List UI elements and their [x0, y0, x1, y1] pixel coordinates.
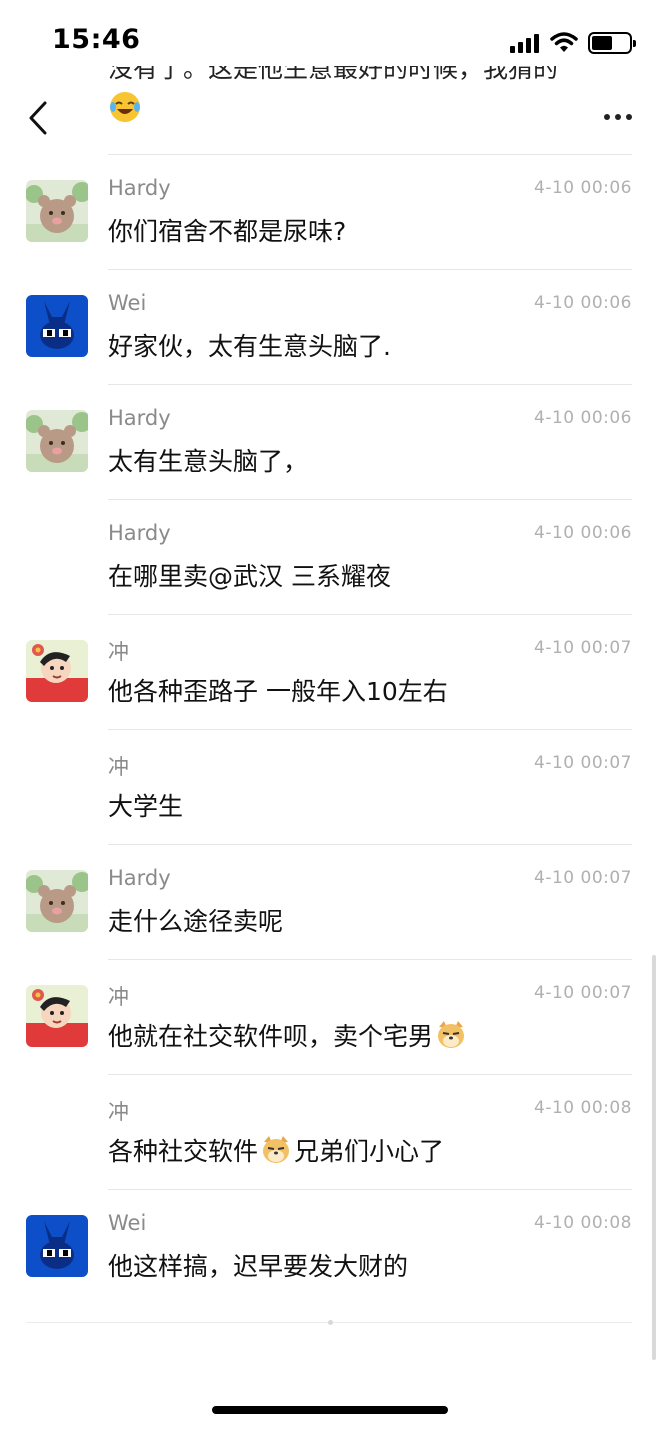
- message-item[interactable]: Wei 4-10 00:08 他这样搞，迟早要发大财的: [0, 1189, 660, 1304]
- home-indicator[interactable]: [212, 1406, 448, 1414]
- message-text-part: 各种社交软件: [108, 1137, 259, 1166]
- sender-name: Hardy: [108, 176, 171, 200]
- message-time: 4-10 00:06: [534, 293, 632, 313]
- bear-avatar[interactable]: [26, 410, 88, 472]
- sender-name: Wei: [108, 1211, 147, 1235]
- bear-avatar[interactable]: [26, 870, 88, 932]
- divider: [108, 1074, 632, 1075]
- message-time: 4-10 00:07: [534, 638, 632, 658]
- message-time: 4-10 00:06: [534, 523, 632, 543]
- divider: [108, 384, 632, 385]
- message-text: 太有生意头脑了，: [108, 447, 309, 476]
- sender-name: 冲: [108, 985, 129, 1009]
- message-item[interactable]: Wei 4-10 00:06 好家伙，太有生意头脑了.: [0, 269, 660, 384]
- message-item[interactable]: 冲 4-10 00:07 大学生: [0, 729, 660, 844]
- message-text: 你们宿舍不都是尿味?: [108, 217, 347, 246]
- divider: [108, 154, 632, 155]
- divider: [108, 959, 632, 960]
- sender-name: 冲: [108, 640, 129, 664]
- message-item[interactable]: Hardy 4-10 00:06 在哪里卖@武汉 三系耀夜: [0, 499, 660, 614]
- message-item[interactable]: Hardy 4-10 00:06 太有生意头脑了，: [0, 384, 660, 499]
- message-text: 他这样搞，迟早要发大财的: [108, 1252, 409, 1281]
- sender-name: Hardy: [108, 406, 171, 430]
- message-time: 4-10 00:06: [534, 178, 632, 198]
- divider: [108, 844, 632, 845]
- more-dot-icon: [626, 114, 632, 120]
- message-text-part: 兄弟们小心了: [294, 1137, 445, 1166]
- cartoon-kid-avatar[interactable]: [26, 640, 88, 702]
- message-text: 好家伙，太有生意头脑了.: [108, 332, 391, 361]
- divider: [108, 729, 632, 730]
- back-button[interactable]: [22, 100, 54, 136]
- message-item[interactable]: 冲 4-10 00:08 各种社交软件 兄弟们小心了: [0, 1074, 660, 1189]
- cellular-signal-icon: [510, 34, 539, 53]
- message-list: Hardy 4-10 00:06 你们宿舍不都是尿味? Wei 4-10 00:…: [0, 154, 660, 1304]
- previous-message: 没有了。这是他生意最好的时候，我猜的: [108, 66, 618, 154]
- message-item[interactable]: Hardy 4-10 00:07 走什么途径卖呢: [0, 844, 660, 959]
- wifi-icon: [550, 32, 578, 52]
- message-text: 他各种歪路子 一般年入10左右: [108, 677, 448, 706]
- message-time: 4-10 00:07: [534, 983, 632, 1003]
- laughing-crying-emoji-icon: [110, 92, 140, 122]
- previous-message-text: 没有了。这是他生意最好的时候，我猜的: [108, 66, 559, 83]
- status-icons: [510, 30, 636, 56]
- battery-icon: [588, 32, 636, 54]
- message-text: 他就在社交软件呗，卖个宅男: [108, 1017, 469, 1053]
- divider: [108, 1189, 632, 1190]
- message-time: 4-10 00:07: [534, 753, 632, 773]
- message-time: 4-10 00:08: [534, 1098, 632, 1118]
- divider: [108, 269, 632, 270]
- sender-name: Hardy: [108, 521, 171, 545]
- divider: [108, 499, 632, 500]
- message-item[interactable]: Hardy 4-10 00:06 你们宿舍不都是尿味?: [0, 154, 660, 269]
- message-text-part: 他就在社交软件呗，卖个宅男: [108, 1022, 434, 1051]
- divider: [108, 614, 632, 615]
- message-time: 4-10 00:08: [534, 1213, 632, 1233]
- scrollbar[interactable]: [652, 955, 656, 1360]
- message-text: 走什么途径卖呢: [108, 907, 284, 936]
- blue-rabbit-avatar[interactable]: [26, 295, 88, 357]
- sender-name: 冲: [108, 755, 129, 779]
- doge-emoji-icon: [438, 1021, 465, 1048]
- sender-name: Wei: [108, 291, 147, 315]
- chevron-left-icon: [29, 101, 47, 135]
- bear-avatar[interactable]: [26, 180, 88, 242]
- doge-emoji-icon: [263, 1136, 290, 1163]
- message-text: 在哪里卖@武汉 三系耀夜: [108, 562, 391, 591]
- blue-rabbit-avatar[interactable]: [26, 1215, 88, 1277]
- message-item[interactable]: 冲 4-10 00:07 他各种歪路子 一般年入10左右: [0, 614, 660, 729]
- sender-name: 冲: [108, 1100, 129, 1124]
- message-text: 各种社交软件 兄弟们小心了: [108, 1132, 444, 1168]
- list-end-dot: [328, 1320, 333, 1325]
- message-time: 4-10 00:07: [534, 868, 632, 888]
- message-time: 4-10 00:06: [534, 408, 632, 428]
- message-text: 大学生: [108, 792, 184, 821]
- sender-name: Hardy: [108, 866, 171, 890]
- message-item[interactable]: 冲 4-10 00:07 他就在社交软件呗，卖个宅男: [0, 959, 660, 1074]
- status-time: 15:46: [52, 24, 141, 55]
- cartoon-kid-avatar[interactable]: [26, 985, 88, 1047]
